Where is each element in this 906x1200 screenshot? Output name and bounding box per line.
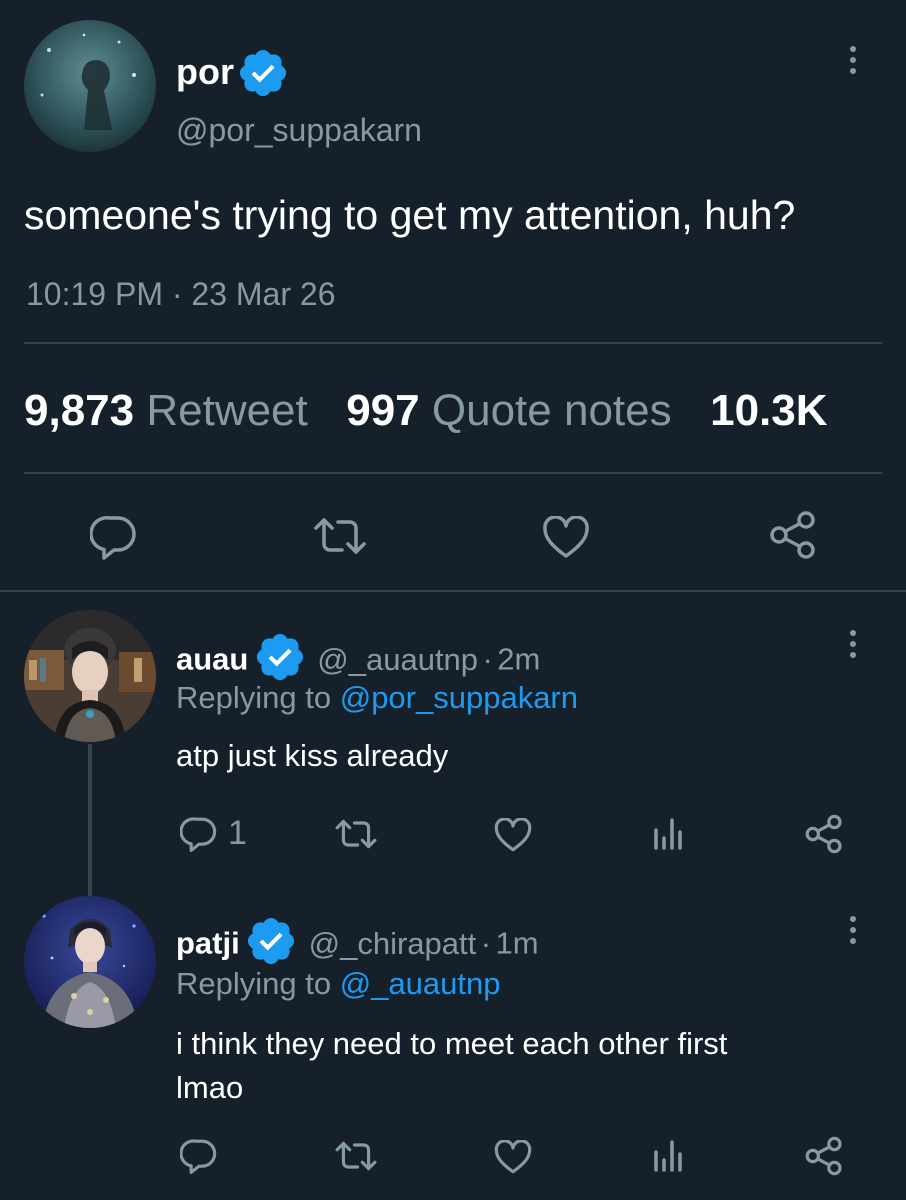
time-separator: ·: [482, 641, 493, 677]
handle[interactable]: @_chirapatt: [309, 926, 477, 961]
like-icon[interactable]: [494, 818, 532, 853]
tweet-time: 10:19 PM: [26, 276, 163, 312]
timestamp-separator: ·: [171, 276, 183, 312]
reply-icon[interactable]: [180, 816, 218, 852]
like-icon[interactable]: [542, 516, 590, 560]
retweet-stat[interactable]: 9,873 Retweet: [24, 386, 320, 435]
reply-time[interactable]: 1m: [495, 926, 538, 961]
reply-text: atp just kiss already: [176, 738, 449, 773]
retweet-icon[interactable]: [334, 818, 378, 850]
replying-to-link[interactable]: @por_suppakarn: [340, 680, 578, 715]
divider: [24, 342, 882, 344]
replying-label: Replying to: [176, 966, 332, 1001]
more-icon[interactable]: [848, 630, 858, 658]
avatar-auau[interactable]: [24, 610, 156, 742]
analytics-icon[interactable]: [652, 816, 686, 850]
reply-count: 1: [228, 814, 247, 852]
handle[interactable]: @por_suppakarn: [176, 110, 422, 150]
like-stat[interactable]: 10.3K: [710, 386, 827, 435]
display-name[interactable]: patji: [176, 926, 240, 961]
more-icon[interactable]: [848, 46, 858, 74]
verified-icon: [236, 46, 290, 105]
reply-icon[interactable]: [90, 514, 138, 560]
replying-label: Replying to: [176, 680, 332, 715]
reply-header: patji @_chirapatt · 1m: [176, 914, 539, 965]
share-icon[interactable]: [768, 510, 818, 560]
tweet-date: 23 Mar 26: [191, 276, 336, 312]
handle[interactable]: @_auautnp: [317, 642, 478, 677]
like-icon[interactable]: [494, 1140, 532, 1175]
reply-header: auau @_auautnp · 2m: [176, 630, 540, 681]
like-count: 10.3K: [710, 386, 828, 435]
analytics-icon[interactable]: [652, 1138, 686, 1172]
replying-to: Replying to @_auautnp: [176, 964, 501, 1004]
share-icon[interactable]: [804, 814, 844, 854]
reply-icon[interactable]: [180, 1138, 218, 1174]
reply-text: i think they need to meet each other fir…: [176, 1022, 727, 1110]
avatar-por[interactable]: [24, 20, 156, 152]
tweet-timestamp: 10:19 PM · 23 Mar 26: [26, 274, 335, 314]
display-name[interactable]: auau: [176, 642, 248, 677]
replying-to-link[interactable]: @_auautnp: [340, 966, 501, 1001]
more-icon[interactable]: [848, 916, 858, 944]
divider: [24, 472, 882, 474]
tweet-stats: 9,873 Retweet 997 Quote notes 10.3K: [24, 384, 906, 438]
retweet-icon[interactable]: [312, 516, 368, 556]
time-separator: ·: [480, 925, 492, 961]
share-icon[interactable]: [804, 1136, 844, 1176]
avatar-patji[interactable]: [24, 896, 156, 1028]
retweet-label: Retweet: [146, 386, 308, 435]
retweet-icon[interactable]: [334, 1140, 378, 1172]
quote-label: Quote notes: [431, 386, 672, 435]
quote-count: 997: [346, 386, 420, 435]
tweet-text: someone's trying to get my attention, hu…: [24, 192, 796, 238]
reply-text-line: lmao: [176, 1070, 244, 1105]
retweet-count: 9,873: [24, 386, 135, 435]
divider: [0, 590, 906, 592]
quote-stat[interactable]: 997 Quote notes: [346, 386, 684, 435]
reply-text-line: i think they need to meet each other fir…: [176, 1026, 728, 1061]
thread-line: [88, 744, 92, 896]
reply-time[interactable]: 2m: [497, 642, 540, 677]
display-name[interactable]: por: [176, 50, 234, 94]
replying-to: Replying to @por_suppakarn: [176, 678, 578, 718]
